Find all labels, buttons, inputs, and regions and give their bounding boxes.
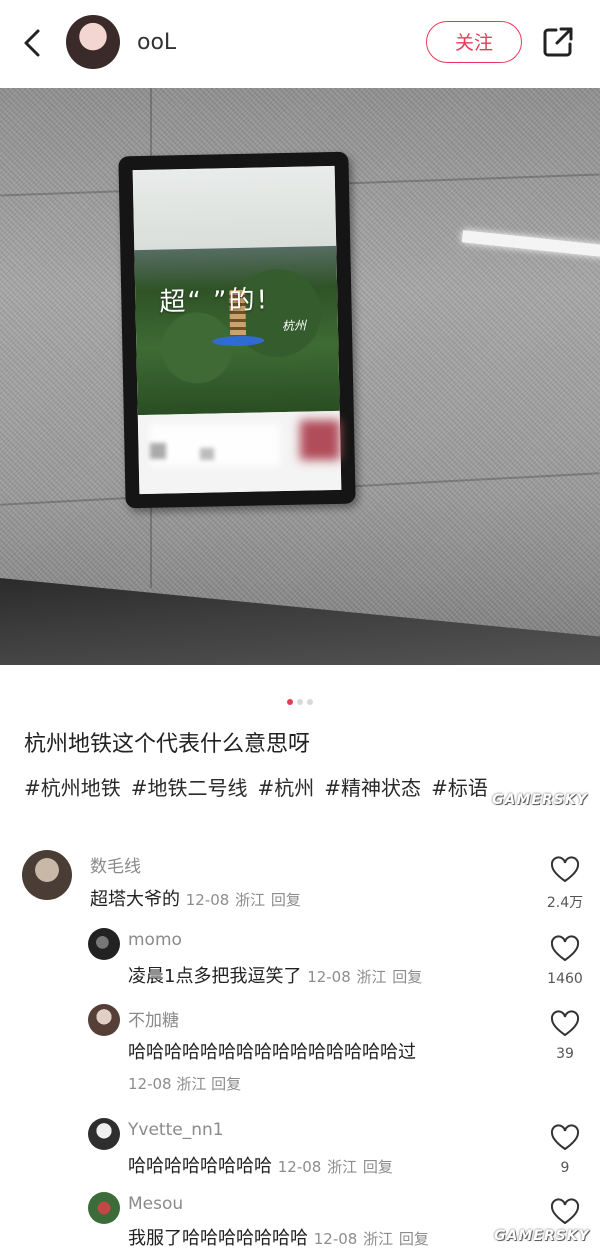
reply-link[interactable]: 回复 — [271, 891, 301, 909]
watermark: GAMERSKY — [492, 792, 588, 808]
author-username[interactable]: ooL — [137, 30, 176, 55]
commenter-avatar[interactable] — [88, 928, 120, 960]
like-count: 9 — [560, 1160, 570, 1176]
share-external-icon[interactable] — [540, 24, 576, 60]
poster-logo: 杭州 — [281, 318, 307, 334]
heart-icon[interactable] — [550, 1124, 580, 1152]
like-count: 39 — [556, 1046, 574, 1062]
commenter-name[interactable]: 不加糖 — [128, 1006, 179, 1031]
hashtag-link[interactable]: #杭州 — [258, 776, 315, 800]
heart-icon[interactable] — [550, 856, 580, 884]
poster-slogan: 超“ ”的! — [159, 285, 270, 318]
hashtag-link[interactable]: #精神状态 — [324, 776, 421, 800]
heart-icon[interactable] — [550, 1010, 580, 1038]
top-bar: ooL 关注 — [0, 0, 600, 88]
comment-region: 浙江 — [356, 968, 387, 986]
ceiling-light — [461, 230, 600, 258]
comment-text[interactable]: 超塔大爷的 12-08 浙江 回复 — [90, 885, 301, 911]
author-avatar[interactable] — [66, 15, 120, 69]
reply-link[interactable]: 回复 — [211, 1075, 241, 1093]
escalator-rail — [0, 578, 600, 665]
carousel-dot — [307, 699, 313, 705]
comment-region: 浙江 — [327, 1158, 358, 1176]
carousel-dot — [297, 699, 303, 705]
commenter-avatar[interactable] — [88, 1118, 120, 1150]
comment-region: 浙江 — [363, 1230, 394, 1248]
commenter-avatar[interactable] — [22, 850, 72, 900]
comment-body: 超塔大爷的 — [90, 889, 180, 910]
heart-icon[interactable] — [550, 935, 580, 963]
post-title: 杭州地铁这个代表什么意思呀 — [24, 732, 311, 757]
comment-text[interactable]: 我服了哈哈哈哈哈哈哈 12-08 浙江 回复 — [128, 1224, 429, 1250]
comment-body: 哈哈哈哈哈哈哈哈 — [128, 1156, 272, 1177]
reply-link[interactable]: 回复 — [399, 1230, 429, 1248]
comment-region: 浙江 — [176, 1075, 207, 1093]
comment-text[interactable]: 凌晨1点多把我逗笑了 12-08 浙江 回复 — [128, 962, 422, 988]
follow-button[interactable]: 关注 — [426, 21, 522, 63]
commenter-name[interactable]: Yvette_nn1 — [128, 1120, 224, 1140]
heart-icon[interactable] — [550, 1198, 580, 1226]
comment-body: 凌晨1点多把我逗笑了 — [128, 966, 302, 987]
commenter-avatar[interactable] — [88, 1004, 120, 1036]
like-count: 1460 — [547, 971, 583, 987]
chevron-left-icon[interactable] — [18, 26, 48, 60]
comment-date: 12-08 — [185, 891, 230, 909]
mosaic-blur — [150, 424, 280, 466]
watermark: GAMERSKY — [494, 1228, 590, 1244]
comment-date: 12-08 — [307, 968, 351, 986]
reply-link[interactable]: 回复 — [363, 1158, 393, 1176]
reply-link[interactable]: 回复 — [392, 968, 422, 986]
comment-date: 12-08 — [277, 1158, 322, 1176]
comment-text[interactable]: 哈哈哈哈哈哈哈哈 12-08 浙江 回复 — [128, 1152, 393, 1178]
commenter-avatar[interactable] — [88, 1192, 120, 1224]
mosaic-blur — [200, 448, 214, 460]
hashtag-link[interactable]: #标语 — [431, 776, 488, 800]
commenter-name[interactable]: momo — [128, 930, 182, 950]
like-count: 2.4万 — [546, 895, 584, 911]
comment-date: 12-08 — [313, 1230, 358, 1248]
commenter-name[interactable]: Mesou — [128, 1194, 183, 1214]
carousel-dot-active — [287, 699, 293, 705]
comment-body[interactable]: 哈哈哈哈哈哈哈哈哈哈哈哈哈哈哈过 — [128, 1038, 416, 1064]
comment-date: 12-08 — [128, 1075, 172, 1093]
hashtag-link[interactable]: #地铁二号线 — [131, 776, 248, 800]
carousel-indicator — [0, 690, 600, 705]
post-photo[interactable]: 超“ ”的! 杭州 — [0, 88, 600, 665]
comment-region: 浙江 — [235, 891, 266, 909]
comment-meta: 12-08 浙江 回复 — [128, 1073, 241, 1094]
commenter-name[interactable]: 数毛线 — [90, 852, 141, 877]
hashtag-link[interactable]: #杭州地铁 — [24, 776, 121, 800]
mosaic-blur — [300, 420, 340, 460]
mosaic-blur — [150, 443, 166, 459]
comment-body: 我服了哈哈哈哈哈哈哈 — [128, 1228, 308, 1249]
hashtag-list: #杭州地铁 #地铁二号线 #杭州 #精神状态 #标语 — [24, 772, 498, 801]
